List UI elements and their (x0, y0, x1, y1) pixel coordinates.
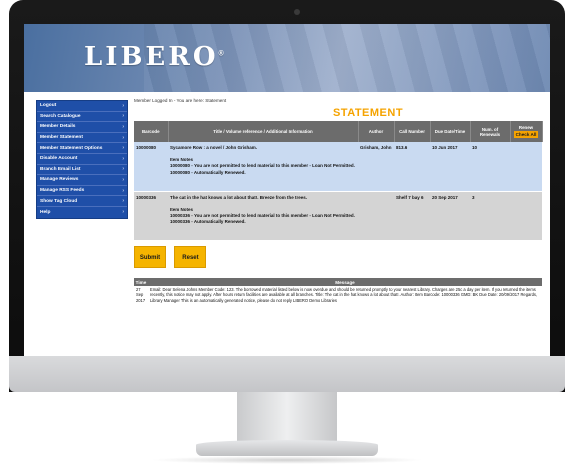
table-row: 10000336 The cat in the hat knows a lot … (134, 190, 542, 240)
chevron-right-icon: › (122, 123, 124, 130)
check-all-button[interactable]: Check All (513, 131, 539, 138)
chevron-right-icon: › (122, 166, 124, 173)
due-date-cell: 10 Jun 2017 (430, 142, 470, 191)
screen: LIBERO® Logout › Search Catalogue › Member… (24, 24, 550, 356)
header-banner: LIBERO® (24, 24, 550, 92)
item-notes-text: 10000080 - You are not permitted to lend… (170, 163, 355, 169)
chevron-right-icon: › (122, 113, 124, 120)
column-header-due: Due Date/Time (430, 121, 471, 142)
page-title: STATEMENT (332, 107, 404, 119)
sidebar-item-manage-reviews[interactable]: Manage Reviews › (37, 175, 127, 186)
sidebar-item-member-statement-options[interactable]: Member Statement Options › (37, 143, 127, 154)
sidebar-menu: Logout › Search Catalogue › Member Details… (36, 100, 128, 219)
libero-logo: LIBERO® (84, 42, 227, 72)
monitor-chin (9, 356, 565, 392)
statement-table: Barcode Title / Volume reference / Addit… (134, 121, 543, 240)
chevron-right-icon: › (122, 176, 124, 183)
sidebar-item-logout[interactable]: Logout › (37, 101, 127, 112)
column-header-call-number: Call Number (394, 121, 431, 142)
chevron-right-icon: › (122, 198, 124, 205)
monitor-stand-neck (237, 392, 337, 442)
renew-cell (510, 142, 542, 191)
stand-shadow (150, 456, 424, 464)
sidebar-item-search-catalogue[interactable]: Search Catalogue › (37, 112, 127, 123)
author-cell (358, 190, 394, 240)
chevron-right-icon: › (122, 209, 124, 216)
column-header-renew: Renew Check All (510, 121, 543, 142)
column-header-author: Author (358, 121, 395, 142)
due-date-cell: 20 Sep 2017 (430, 190, 470, 240)
sidebar-item-show-tag-cloud[interactable]: Show Tag Cloud › (37, 196, 127, 207)
renew-cell (510, 190, 542, 240)
message-time-cell: 27 Sep 2017 (134, 286, 148, 305)
sidebar-item-branch-email-list[interactable]: Branch Email List › (37, 165, 127, 176)
item-renewed-text: 10000080 - Automatically Renewed. (170, 169, 246, 175)
message-row: 27 Sep 2017 Email: Dear Selena Johns Mem… (134, 286, 542, 305)
title-cell: The cat in the hat knows a lot about tha… (168, 190, 358, 240)
main-content: Member Logged In - You are here: Stateme… (134, 96, 543, 305)
table-row: 10000080 Sycamore Row : a novel / John G… (134, 142, 542, 191)
chevron-right-icon: › (122, 155, 124, 162)
sidebar-item-member-statement[interactable]: Member Statement › (37, 133, 127, 144)
chevron-right-icon: › (122, 187, 124, 194)
column-header-time: Time (134, 278, 148, 286)
sidebar-item-manage-rss-feeds[interactable]: Manage RSS Feeds › (37, 186, 127, 197)
title-cell: Sycamore Row : a novel / John Grisham. I… (168, 142, 358, 191)
sidebar-item-disable-account[interactable]: Disable Account › (37, 154, 127, 165)
renewals-cell: 10 (470, 142, 510, 191)
breadcrumb: Member Logged In - You are here: Stateme… (134, 98, 227, 103)
column-header-message: Message (148, 278, 542, 286)
call-number-cell: Shelf 7 bay 6 (394, 190, 430, 240)
page-body: Logout › Search Catalogue › Member Details… (24, 92, 550, 356)
device-mockup: LIBERO® Logout › Search Catalogue › Member… (0, 0, 573, 476)
column-header-barcode: Barcode (134, 121, 169, 142)
messages-table: Time Message 27 Sep 2017 Email: Dear Sel… (134, 278, 542, 305)
call-number-cell: 813.6 (394, 142, 430, 191)
chevron-right-icon: › (122, 102, 124, 109)
barcode-cell: 10000080 (134, 142, 168, 191)
barcode-cell: 10000336 (134, 190, 168, 240)
form-actions: Submit Reset (134, 240, 542, 270)
column-header-renewals: Num. of Renewals (470, 121, 511, 142)
messages-header-row: Time Message (134, 278, 542, 286)
sidebar-item-help[interactable]: Help › (37, 207, 127, 218)
message-text-cell: Email: Dear Selena Johns Member Code: 12… (148, 286, 542, 305)
item-renewed-text: 10000336 - Automatically Renewed. (170, 219, 246, 225)
webcam-icon (294, 9, 300, 15)
monitor-stand-base (196, 440, 378, 456)
chevron-right-icon: › (122, 145, 124, 152)
chevron-right-icon: › (122, 134, 124, 141)
table-header-row: Barcode Title / Volume reference / Addit… (134, 121, 543, 142)
renewals-cell: 3 (470, 190, 510, 240)
submit-button[interactable]: Submit (134, 246, 166, 268)
reset-button[interactable]: Reset (174, 246, 207, 268)
column-header-title: Title / Volume reference / Additional In… (168, 121, 359, 142)
sidebar-item-member-details[interactable]: Member Details › (37, 122, 127, 133)
author-cell: Grisham, John (358, 142, 394, 191)
